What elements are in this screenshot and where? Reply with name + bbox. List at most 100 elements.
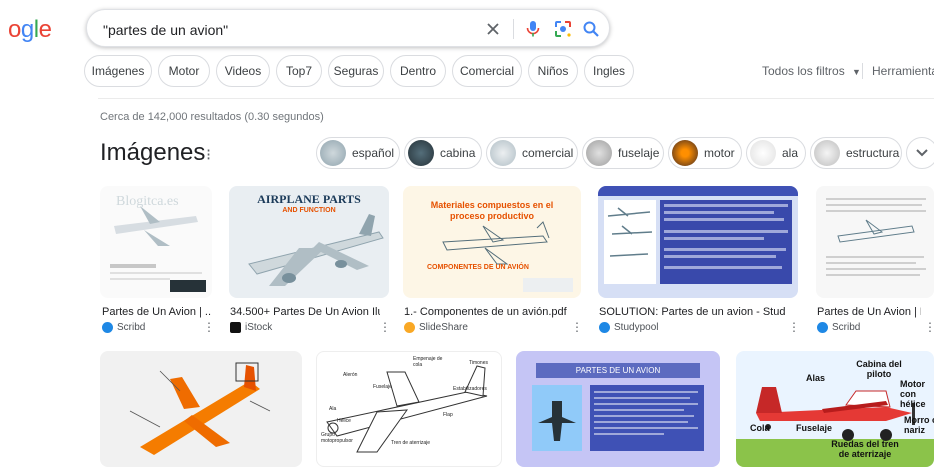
pill-ala[interactable]: ala [746,137,806,169]
watermark-text: Blogitca.es [116,194,179,209]
chip-label: Ingles [592,64,626,78]
chip-label: Dentro [399,64,437,78]
caret-down-icon: ▼ [852,67,861,77]
diagram-label: Timones [469,360,488,366]
pill-motor[interactable]: motor [668,137,742,169]
result-image[interactable]: PARTES DE UN AVION [516,351,720,467]
search-input[interactable] [101,19,465,41]
result-caption[interactable]: 1.- Componentes de un avión.pdf [404,306,574,318]
chip-motor[interactable]: Motor [158,55,210,87]
result-image[interactable] [598,186,798,298]
source-label: Scribd [832,322,861,333]
chip-label: Videos [224,64,262,78]
diagram-label: Alas [806,373,826,383]
pill-fuselaje[interactable]: fuselaje [582,137,664,169]
chip-label: Comercial [459,64,514,78]
more-options-icon[interactable]: ⋮ [571,320,583,334]
result-image[interactable]: Alerón Fuselaje Empenaje de cola Timones… [316,351,502,467]
diagram-label: Cola [750,423,770,433]
document-preview [598,186,798,284]
lens-icon[interactable] [551,17,575,41]
source-label: iStock [245,322,273,333]
chip-ninos[interactable]: Niños [528,55,578,87]
pill-espanol[interactable]: español [316,137,400,169]
diagram-label: Estabilizadores [453,386,487,392]
chip-videos[interactable]: Videos [216,55,270,87]
chip-label: Top7 [285,64,313,78]
result-source[interactable]: Studypool [599,322,658,333]
source-label: Studypool [614,322,659,333]
chip-label: Imágenes [91,64,145,78]
result-image[interactable]: AIRPLANE PARTS AND FUNCTION [229,186,389,298]
microphone-icon[interactable] [521,17,545,41]
image-heading: Materiales compuestos en el proceso prod… [430,200,554,221]
diagram-label: Fuselaje [373,384,392,390]
chip-label: Motor [168,64,200,78]
pill-label: comercial [522,146,574,160]
result-caption[interactable]: Partes de Un Avion | ... [102,306,212,318]
more-options-icon[interactable]: ⋮ [379,320,391,334]
chevron-down-icon[interactable] [906,137,934,169]
result-caption[interactable]: SOLUTION: Partes de un avion - Studyp... [599,306,785,318]
istock-favicon-icon [230,322,241,333]
chip-ingles[interactable]: Ingles [584,55,634,87]
result-source[interactable]: Scribd [102,322,145,333]
pill-estructura[interactable]: estructura [810,137,902,169]
tools-label: Herramientas [872,64,934,78]
result-image[interactable]: Alas Cabina del piloto Motor con hélice … [736,351,934,467]
scribd-favicon-icon [102,322,113,333]
result-image[interactable]: Blogitca.es [100,186,212,298]
pill-comercial[interactable]: comercial [486,137,578,169]
more-options-icon[interactable]: ⋮ [788,320,800,334]
logo-letter: g [20,16,34,43]
pill-label: fuselaje [618,146,660,160]
source-label: Scribd [117,322,146,333]
plane-thumbnail-icon [320,140,346,166]
chip-dentro[interactable]: Dentro [390,55,446,87]
tools-button[interactable]: Herramientas [872,64,934,78]
google-logo[interactable]: ogle [8,16,52,44]
source-label: SlideShare [419,322,468,333]
diagram-label: Ruedas del tren de aterrizaje [831,439,899,459]
search-box[interactable] [86,9,610,47]
pill-label: ala [782,146,799,160]
chip-label: Niños [537,64,569,78]
result-stats: Cerca de 142,000 resultados (0.30 segund… [100,111,324,123]
all-filters-button[interactable]: Todos los filtros ▼ [762,64,861,78]
diagram-label: Hélice [337,418,351,424]
diagram-label: Cabina del piloto [856,359,902,379]
images-section-title: Imágenes [100,139,206,166]
result-source[interactable]: SlideShare [404,322,468,333]
chip-imagenes[interactable]: Imágenes [84,55,152,87]
search-icon[interactable] [579,17,603,41]
diagram-label: Motor con hélice [900,379,926,409]
result-source[interactable]: iStock [230,322,272,333]
more-options-icon[interactable]: ⋮ [924,320,934,334]
chip-label: Seguras [333,64,379,78]
chip-top7[interactable]: Top7 [276,55,322,87]
pill-label: español [352,146,395,160]
pill-label: motor [704,146,735,160]
diagram-label: Flap [443,412,453,418]
all-filters-label: Todos los filtros [762,64,845,78]
plane-thumbnail-icon [490,140,516,166]
pill-label: cabina [440,146,476,160]
divider [513,19,514,39]
result-source[interactable]: Scribd [817,322,860,333]
result-image[interactable]: Materiales compuestos en el proceso prod… [403,186,581,298]
result-caption[interactable]: 34.500+ Partes De Un Avion Ilu... [230,306,380,318]
slideshare-favicon-icon [404,322,415,333]
result-caption[interactable]: Partes de Un Avion | P... [817,306,921,318]
pill-cabina[interactable]: cabina [404,137,482,169]
result-image[interactable] [816,186,934,298]
clear-icon[interactable] [481,17,505,41]
result-image[interactable] [100,351,302,467]
chip-comercial[interactable]: Comercial [452,55,522,87]
wing-thumbnail-icon [750,140,776,166]
more-options-icon[interactable]: ⁝ [206,145,211,165]
more-options-icon[interactable]: ⋮ [203,320,215,334]
diagram-label: Grupo motopropulsor [321,432,353,444]
slide-title: PARTES DE UN AVION [536,363,700,378]
chip-seguras[interactable]: Seguras [328,55,384,87]
image-footer-text: COMPONENTES DE UN AVIÓN [427,264,529,271]
